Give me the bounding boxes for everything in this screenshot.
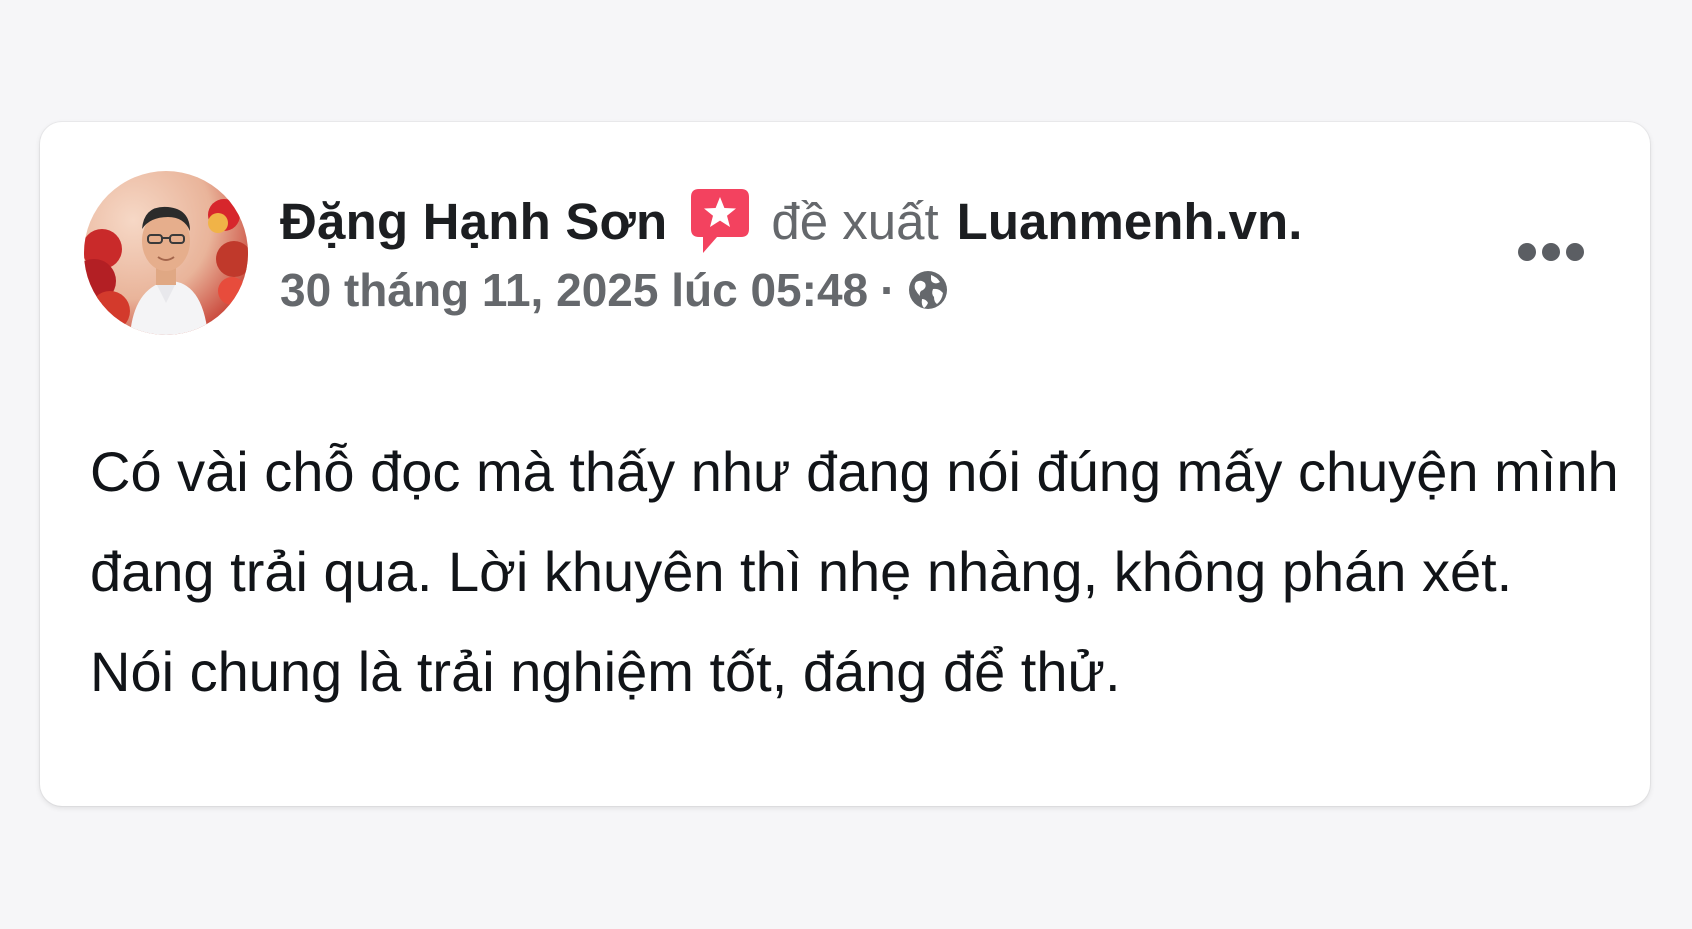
post-meta: 30 tháng 11, 2025 lúc 05:48 · — [280, 260, 1302, 320]
recommendation-star-icon — [689, 187, 751, 255]
avatar-photo — [84, 171, 248, 335]
post-body-line: Có vài chỗ đọc mà thấy như đang nói đúng… — [90, 440, 1619, 503]
more-dot — [1542, 243, 1560, 261]
recommended-page-name[interactable]: Luanmenh.vn. — [957, 192, 1303, 251]
author-name[interactable]: Đặng Hạnh Sơn — [280, 192, 667, 251]
post-timestamp[interactable]: 30 tháng 11, 2025 lúc 05:48 — [280, 263, 868, 317]
post-body-line: đang trải qua. Lời khuyên thì nhẹ nhàng,… — [90, 540, 1513, 603]
meta-separator: · — [880, 264, 896, 316]
post-header: Đặng Hạnh Sơn đề xuất Luanmenh.vn. 30 th… — [280, 186, 1302, 320]
globe-icon[interactable] — [907, 269, 949, 311]
post-title-line: Đặng Hạnh Sơn đề xuất Luanmenh.vn. — [280, 186, 1302, 256]
post-card: Đặng Hạnh Sơn đề xuất Luanmenh.vn. 30 th… — [40, 122, 1650, 806]
more-options-icon[interactable] — [1518, 240, 1584, 264]
post-body-line: Nói chung là trải nghiệm tốt, đáng để th… — [90, 640, 1121, 703]
more-dot — [1566, 243, 1584, 261]
more-dot — [1518, 243, 1536, 261]
author-avatar[interactable] — [84, 171, 248, 335]
recommend-verb: đề xuất — [771, 192, 939, 250]
post-body: Có vài chỗ đọc mà thấy như đang nói đúng… — [90, 422, 1630, 722]
